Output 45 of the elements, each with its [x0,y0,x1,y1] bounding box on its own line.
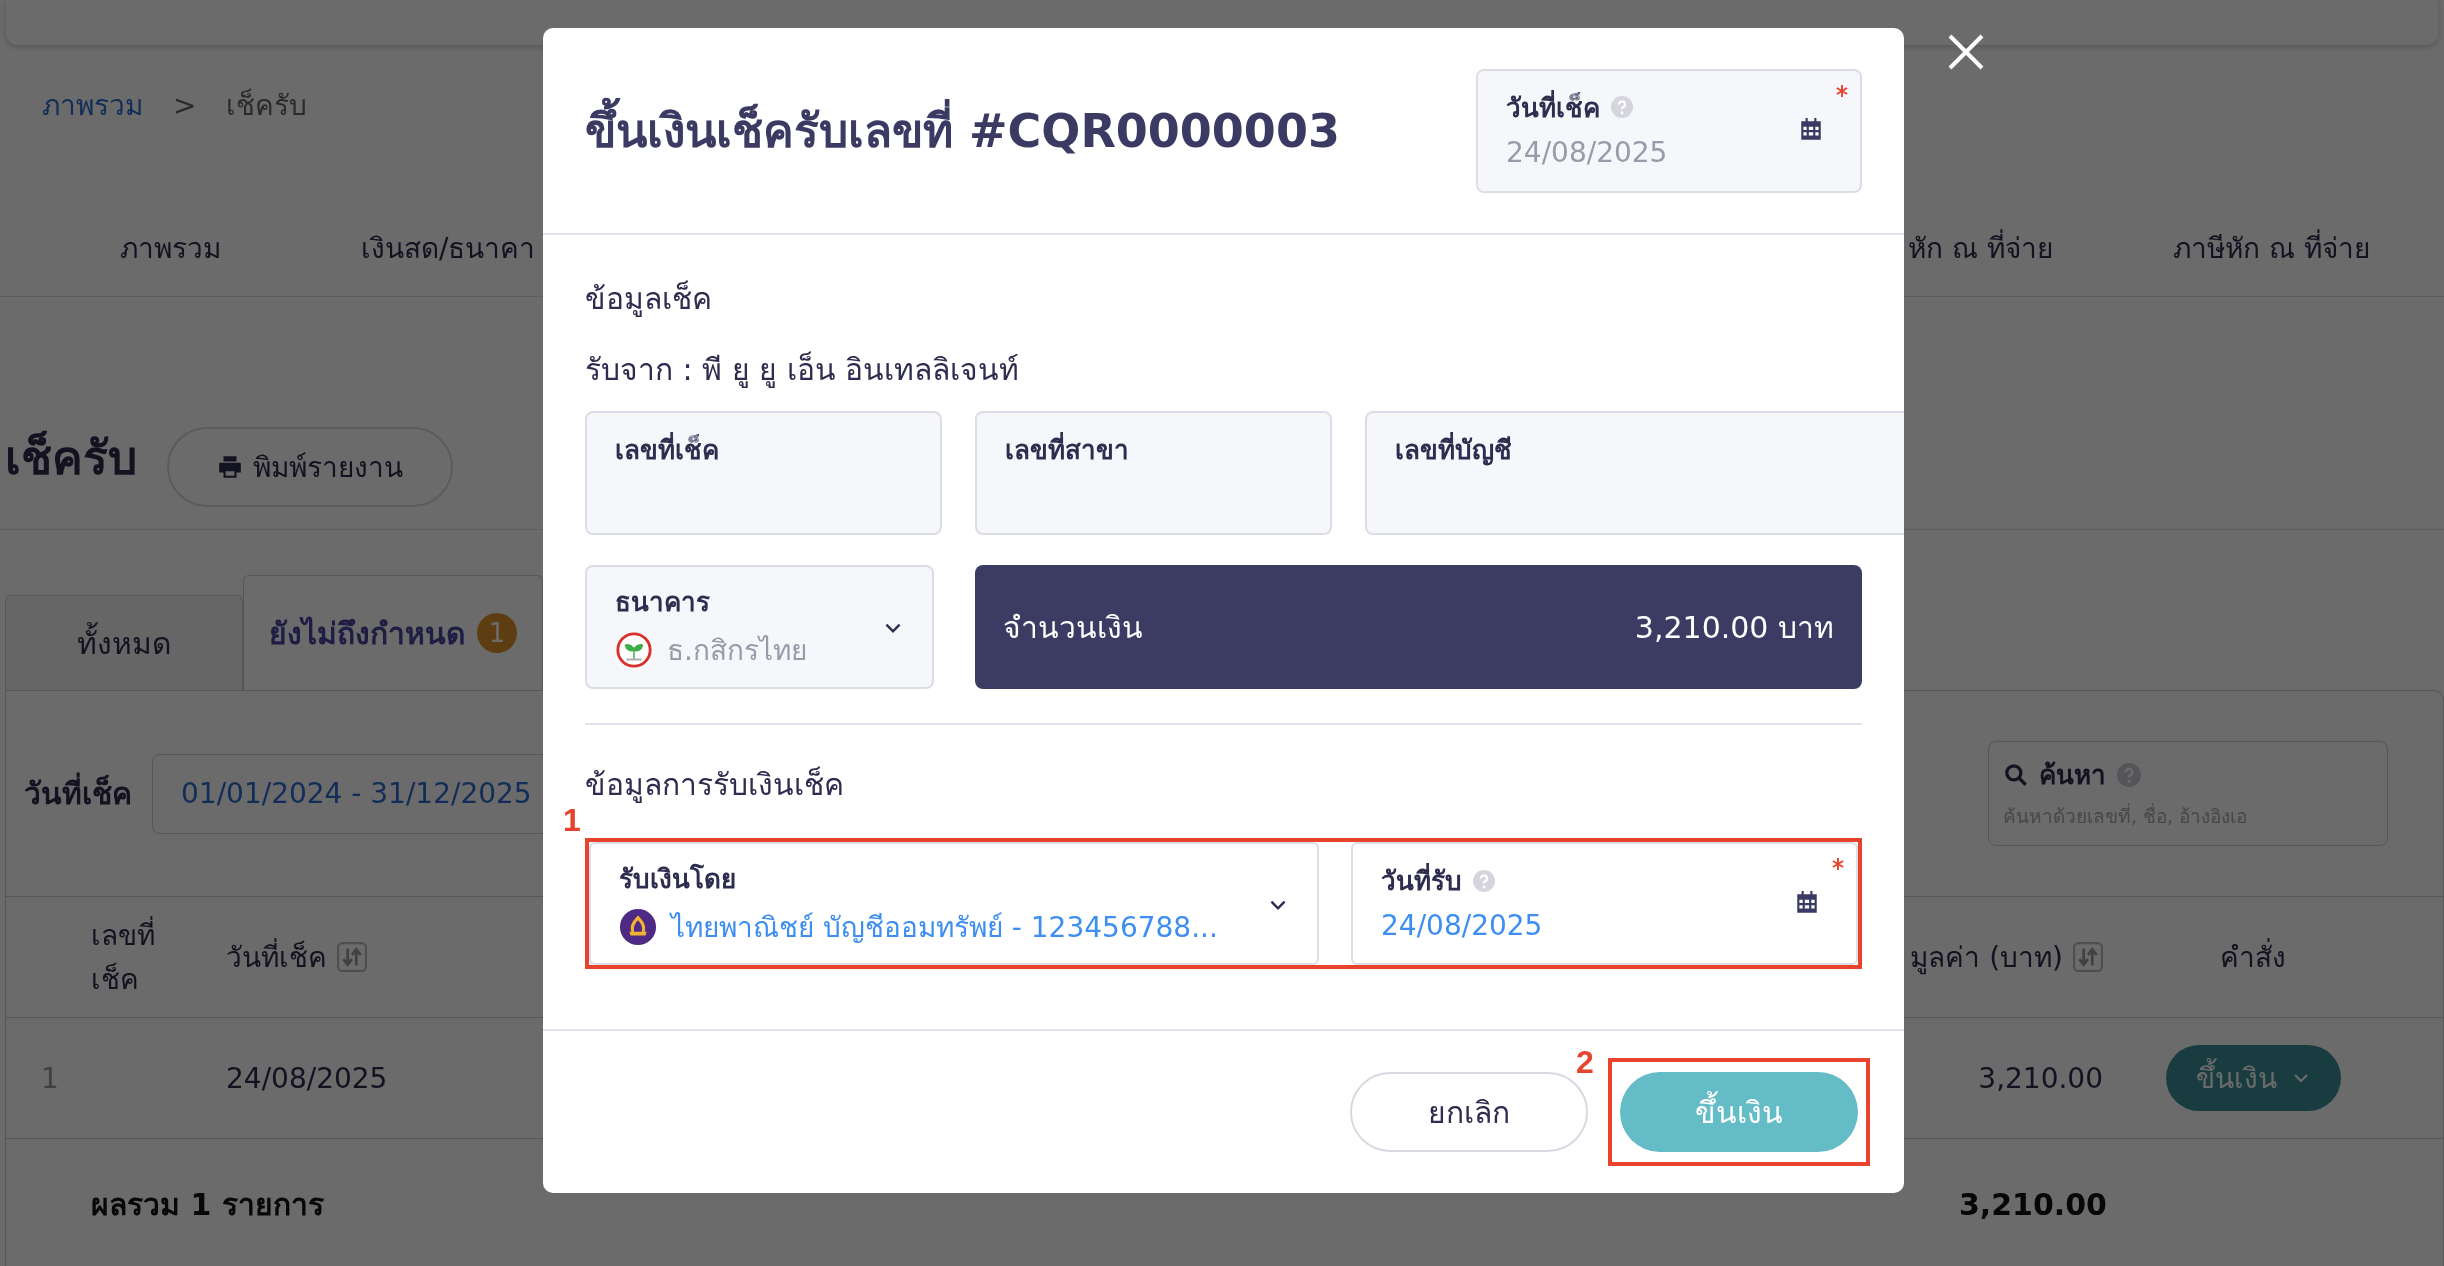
nav-tab[interactable]: หัก ณ ที่จ่าย [1908,226,2054,270]
text-field[interactable]: เลขที่บัญชี [1365,411,1904,535]
column-header: เลขที่เช็ค [6,913,226,1001]
leaf-logo-icon [615,631,653,669]
account-select[interactable]: รับเงินโดย ไทยพาณิชย์ บัญชีออมทรัพย์ - 123456788... [589,842,1319,965]
bank-select[interactable]: ธนาคาร ธ.กสิกรไทย [585,565,934,689]
amount-label: จำนวนเงิน [1003,608,1143,647]
breadcrumb-separator: > [173,88,197,122]
page-title: เช็ครับ [5,429,137,487]
check-date-field[interactable]: วันที่เช็ค 24/08/2025 [1476,68,1862,193]
cancel-button[interactable]: ยกเลิก [1350,1072,1588,1152]
calendar-icon[interactable] [1798,116,1824,143]
text-field[interactable]: เลขที่สาขา [975,411,1332,535]
total-amount: 3,210.00 [1958,1187,2107,1222]
breadcrumb-link[interactable]: ภาพรวม [42,83,143,127]
status-tab[interactable]: ทั้งหมด [5,595,243,690]
search-icon [2003,761,2029,788]
print-report-button[interactable]: พิมพ์รายงาน [167,427,453,507]
count-badge: 1 [477,613,517,653]
help-icon [1610,95,1634,119]
received-from-text: รับจาก : พี ยู ยู เอ็น อินเทลลิเจนท์ [585,350,1021,390]
total-label: ผลรวม 1 รายการ [91,1186,324,1224]
help-icon [1472,868,1496,893]
deposit-dropdown-button[interactable]: ขึ้นเงิน [2165,1045,2341,1111]
bank-logo-icon [619,908,657,946]
nav-tab[interactable]: เงินสด/ธนาคา [361,226,536,270]
nav-tab[interactable]: ภาษีหัก ณ ที่จ่าย [2173,226,2370,270]
receive-date-field[interactable]: วันที่รับ 24/08/2025 [1351,842,1858,965]
filter-label: วันที่เช็ค [24,770,132,817]
amount-value: 3,210.00 บาท [1634,608,1834,647]
printer-icon [217,454,243,480]
close-icon[interactable] [1946,32,1986,72]
search-label: ค้นหา [2039,759,2106,792]
status-tab[interactable]: ยังไม่ถึงกำหนด 1 [243,575,543,690]
calendar-icon[interactable] [1794,890,1820,916]
text-field[interactable]: เลขที่เช็ค [585,411,942,535]
breadcrumb-current: เช็ครับ [226,87,308,124]
column-header: วันที่เช็ค [226,935,367,979]
nav-tab[interactable]: ภาพรวม [120,226,221,270]
table-cell: 24/08/2025 [226,1061,388,1095]
modal-title: ขึ้นเงินเช็ครับเลขที่ #CQR0000003 [585,94,1340,167]
column-header: คำสั่ง [2103,935,2403,979]
table-cell-text: 3,210.00 [1977,1061,2103,1095]
deposit-button[interactable]: ขึ้นเงิน [1620,1072,1858,1152]
section-title: ข้อมูลเช็ค [585,279,713,319]
